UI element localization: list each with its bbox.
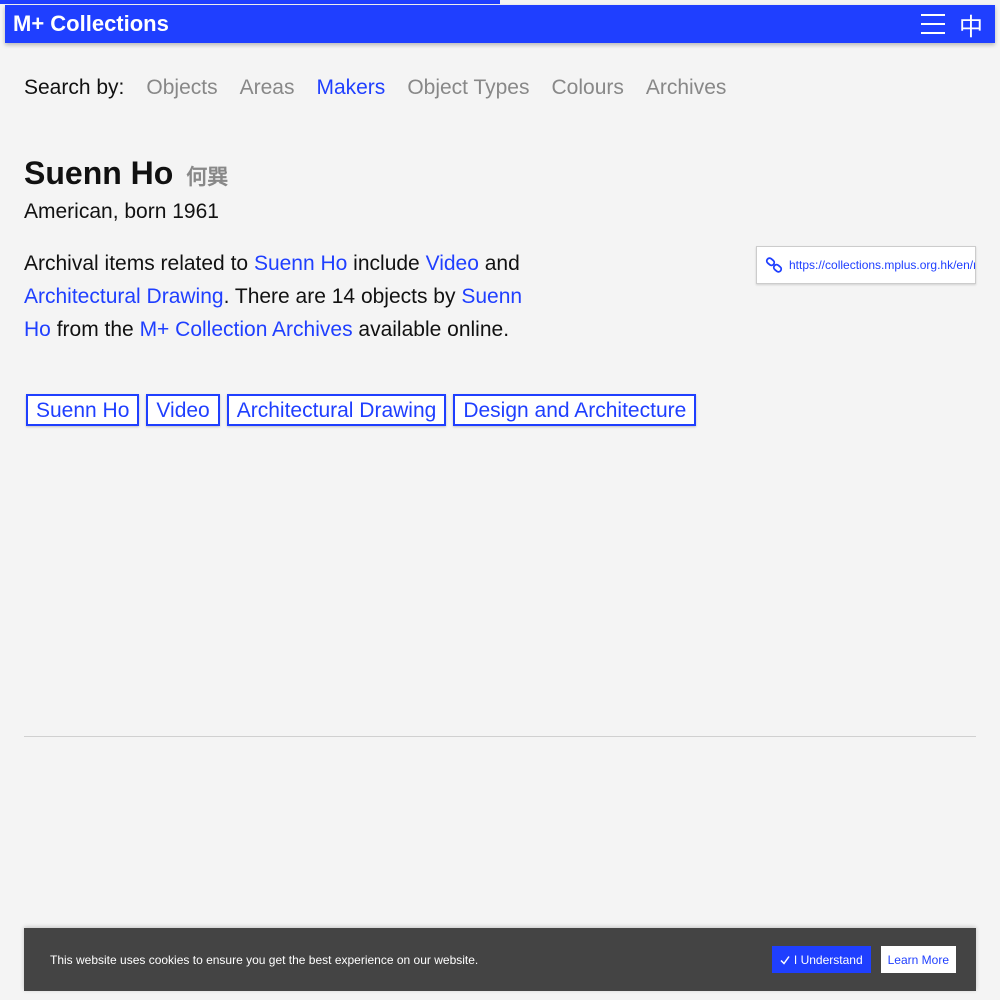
brand-text: M+ Collections bbox=[13, 11, 169, 36]
cookie-learn-more-button[interactable]: Learn More bbox=[880, 946, 956, 973]
cookie-message: This website uses cookies to ensure you … bbox=[50, 952, 479, 967]
desc-link-archives[interactable]: M+ Collection Archives bbox=[140, 318, 353, 341]
maker-nationality-birth: American, born 1961 bbox=[24, 200, 219, 223]
checkmark-icon bbox=[780, 955, 790, 965]
search-by-objects[interactable]: Objects bbox=[146, 76, 217, 100]
search-by-areas[interactable]: Areas bbox=[240, 76, 295, 100]
share-link-box[interactable]: https://collections.mplus.org.hk/en/m bbox=[756, 246, 976, 284]
cookie-banner: This website uses cookies to ensure you … bbox=[24, 928, 976, 991]
maker-name: Suenn Ho bbox=[24, 155, 174, 191]
maker-header: Suenn Ho 何巽 American, born 1961 bbox=[24, 155, 228, 224]
desc-text: . There are 14 objects by bbox=[223, 285, 462, 308]
search-by-object-types[interactable]: Object Types bbox=[407, 76, 529, 100]
desc-text: include bbox=[347, 252, 426, 275]
desc-link-architectural-drawing[interactable]: Architectural Drawing bbox=[24, 285, 224, 308]
page-progress-bar bbox=[0, 0, 500, 4]
search-by-makers[interactable]: Makers bbox=[316, 76, 385, 100]
share-link-url: https://collections.mplus.org.hk/en/m bbox=[789, 258, 976, 272]
tag-architectural-drawing[interactable]: Architectural Drawing bbox=[226, 394, 447, 426]
tag-suenn-ho[interactable]: Suenn Ho bbox=[26, 394, 140, 426]
search-by-archives[interactable]: Archives bbox=[646, 76, 727, 100]
hamburger-icon[interactable] bbox=[921, 14, 945, 34]
tag-list: Suenn Ho Video Architectural Drawing Des… bbox=[26, 394, 697, 426]
tag-video[interactable]: Video bbox=[146, 394, 220, 426]
cookie-accept-label: I Understand bbox=[793, 952, 863, 967]
desc-link-video[interactable]: Video bbox=[426, 252, 479, 275]
desc-text: available online. bbox=[352, 318, 510, 341]
search-by-label: Search by: bbox=[24, 76, 125, 99]
language-toggle[interactable]: 中 bbox=[959, 7, 983, 42]
maker-name-heading: Suenn Ho 何巽 bbox=[24, 155, 228, 192]
desc-text: and bbox=[478, 252, 520, 275]
section-divider bbox=[24, 736, 976, 737]
cookie-actions: I Understand Learn More bbox=[771, 946, 956, 973]
search-by-nav: Search by: Objects Areas Makers Object T… bbox=[24, 76, 748, 100]
maker-description: Archival items related to Suenn Ho inclu… bbox=[24, 247, 544, 346]
desc-link-maker[interactable]: Suenn Ho bbox=[254, 252, 347, 275]
desc-text: Archival items related to bbox=[24, 252, 254, 275]
desc-text: from the bbox=[50, 318, 140, 341]
cookie-accept-button[interactable]: I Understand bbox=[771, 946, 871, 973]
maker-name-chinese: 何巽 bbox=[186, 165, 229, 189]
tag-design-and-architecture[interactable]: Design and Architecture bbox=[453, 394, 697, 426]
top-bar: M+ Collections 中 bbox=[5, 5, 995, 43]
top-actions: 中 bbox=[921, 7, 983, 42]
search-by-colours[interactable]: Colours bbox=[552, 76, 624, 100]
brand-logo[interactable]: M+ Collections bbox=[13, 11, 169, 37]
link-icon bbox=[765, 257, 783, 273]
